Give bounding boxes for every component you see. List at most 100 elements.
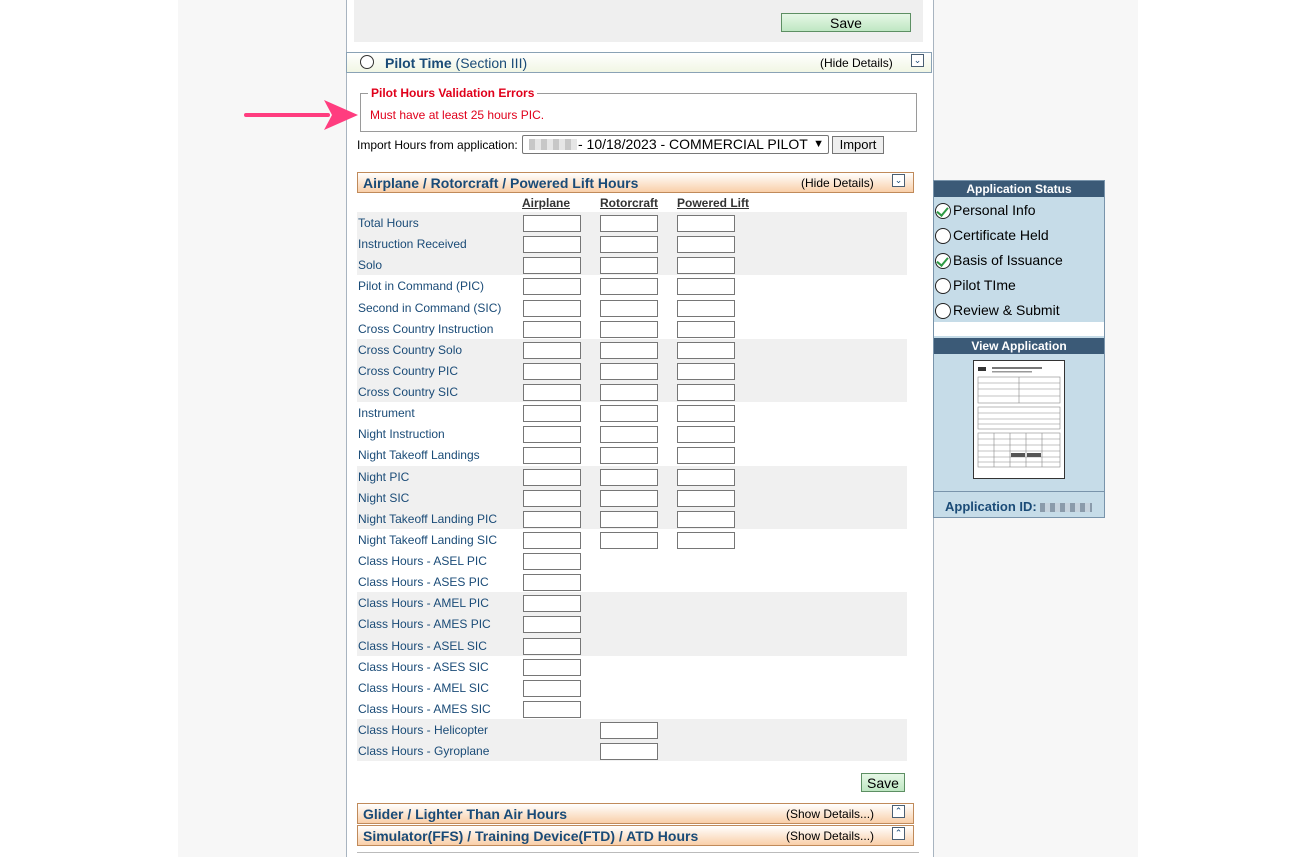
hours-row-label: Cross Country SIC bbox=[358, 385, 459, 400]
hours-input-rotorcraft[interactable] bbox=[600, 341, 658, 359]
redacted-id bbox=[529, 139, 577, 150]
radio-icon bbox=[935, 228, 951, 244]
hours-row-label: Cross Country Instruction bbox=[358, 321, 494, 336]
hours-input-airplane[interactable] bbox=[523, 405, 581, 423]
hours-input-airplane[interactable] bbox=[523, 574, 581, 592]
collapse-icon[interactable]: ⌄ bbox=[892, 174, 905, 187]
hours-input-powered-lift[interactable] bbox=[677, 447, 735, 465]
hours-input-rotorcraft[interactable] bbox=[600, 384, 658, 402]
status-item-label[interactable]: Personal Info bbox=[953, 202, 1036, 218]
divider bbox=[357, 852, 919, 853]
hours-input-airplane[interactable] bbox=[523, 320, 581, 338]
hide-details-link[interactable]: (Hide Details) bbox=[820, 56, 893, 70]
hours-input-rotorcraft[interactable] bbox=[600, 510, 658, 528]
glider-show-details-link[interactable]: (Show Details...) bbox=[786, 807, 874, 821]
hours-input-airplane[interactable] bbox=[523, 215, 581, 232]
hours-input-airplane[interactable] bbox=[523, 447, 581, 465]
view-application-header: View Application bbox=[934, 338, 1104, 354]
hours-input-airplane[interactable] bbox=[523, 700, 581, 718]
import-application-select[interactable]: - 10/18/2023 - COMMERCIAL PILOT ▼ bbox=[522, 135, 829, 154]
simulator-section-title: Simulator(FFS) / Training Device(FTD) / … bbox=[363, 828, 699, 844]
hours-input-airplane[interactable] bbox=[523, 468, 581, 486]
expand-icon[interactable]: ⌃ bbox=[892, 805, 905, 818]
collapse-icon[interactable]: ⌄ bbox=[911, 54, 924, 67]
hours-input-powered-lift[interactable] bbox=[677, 236, 735, 254]
column-header-rotorcraft: Rotorcraft bbox=[600, 196, 659, 210]
hours-hide-details-link[interactable]: (Hide Details) bbox=[801, 176, 874, 190]
hours-input-airplane[interactable] bbox=[523, 637, 581, 655]
hours-input-airplane[interactable] bbox=[523, 595, 581, 613]
hours-input-rotorcraft[interactable] bbox=[600, 426, 658, 444]
arrow-icon bbox=[244, 100, 358, 130]
expand-icon[interactable]: ⌃ bbox=[892, 827, 905, 840]
simulator-show-details-link[interactable]: (Show Details...) bbox=[786, 829, 874, 843]
hours-input-airplane[interactable] bbox=[523, 531, 581, 549]
hours-input-airplane[interactable] bbox=[523, 616, 581, 634]
hours-input-airplane[interactable] bbox=[523, 299, 581, 317]
sidebar-divider bbox=[934, 491, 1104, 492]
chevron-down-icon: ▼ bbox=[813, 138, 824, 150]
hours-input-powered-lift[interactable] bbox=[677, 362, 735, 380]
redacted-id bbox=[1040, 503, 1093, 513]
hours-input-rotorcraft[interactable] bbox=[600, 722, 658, 740]
hours-row-label: Class Hours - AMES PIC bbox=[358, 617, 491, 632]
status-item-label[interactable]: Basis of Issuance bbox=[953, 252, 1063, 268]
hours-input-powered-lift[interactable] bbox=[677, 320, 735, 338]
status-item-label[interactable]: Review & Submit bbox=[953, 302, 1060, 318]
hours-input-airplane[interactable] bbox=[523, 426, 581, 444]
hours-input-rotorcraft[interactable] bbox=[600, 531, 658, 549]
hours-input-powered-lift[interactable] bbox=[677, 510, 735, 528]
hours-input-powered-lift[interactable] bbox=[677, 278, 735, 296]
validation-error-legend: Pilot Hours Validation Errors bbox=[368, 86, 538, 100]
hours-input-rotorcraft[interactable] bbox=[600, 447, 658, 465]
hours-input-airplane[interactable] bbox=[523, 257, 581, 275]
hours-input-powered-lift[interactable] bbox=[677, 341, 735, 359]
hours-input-airplane[interactable] bbox=[523, 679, 581, 697]
hours-input-powered-lift[interactable] bbox=[677, 489, 735, 507]
hours-input-rotorcraft[interactable] bbox=[600, 362, 658, 380]
hours-input-powered-lift[interactable] bbox=[677, 468, 735, 486]
hours-input-powered-lift[interactable] bbox=[677, 405, 735, 423]
hours-row-label: Class Hours - ASEL PIC bbox=[358, 554, 487, 569]
hours-input-powered-lift[interactable] bbox=[677, 215, 735, 232]
save-button-hours[interactable]: Save bbox=[861, 773, 905, 792]
hours-input-rotorcraft[interactable] bbox=[600, 236, 658, 254]
hours-row-label: Solo bbox=[358, 258, 383, 273]
import-button[interactable]: Import bbox=[832, 136, 884, 154]
hours-input-rotorcraft[interactable] bbox=[600, 278, 658, 296]
hours-input-powered-lift[interactable] bbox=[677, 257, 735, 275]
hours-input-rotorcraft[interactable] bbox=[600, 215, 658, 232]
hours-input-rotorcraft[interactable] bbox=[600, 320, 658, 338]
hours-input-airplane[interactable] bbox=[523, 341, 581, 359]
hours-input-rotorcraft[interactable] bbox=[600, 257, 658, 275]
hours-input-rotorcraft[interactable] bbox=[600, 468, 658, 486]
hours-row-label: Total Hours bbox=[358, 216, 419, 230]
application-thumbnail[interactable] bbox=[973, 360, 1065, 479]
hours-input-airplane[interactable] bbox=[523, 510, 581, 528]
hours-input-powered-lift[interactable] bbox=[677, 426, 735, 444]
application-status-header: Application Status bbox=[934, 181, 1104, 197]
hours-input-rotorcraft[interactable] bbox=[600, 299, 658, 317]
hours-input-airplane[interactable] bbox=[523, 384, 581, 402]
hours-input-rotorcraft[interactable] bbox=[600, 743, 658, 761]
hours-input-airplane[interactable] bbox=[523, 362, 581, 380]
hours-input-airplane[interactable] bbox=[523, 553, 581, 571]
hours-input-airplane[interactable] bbox=[523, 489, 581, 507]
hours-input-rotorcraft[interactable] bbox=[600, 405, 658, 423]
hours-input-airplane[interactable] bbox=[523, 278, 581, 296]
hours-input-powered-lift[interactable] bbox=[677, 299, 735, 317]
check-icon bbox=[935, 203, 951, 219]
hours-input-powered-lift[interactable] bbox=[677, 384, 735, 402]
hours-row-label: Night SIC bbox=[358, 490, 410, 505]
status-item-label[interactable]: Certificate Held bbox=[953, 227, 1049, 243]
hours-input-rotorcraft[interactable] bbox=[600, 489, 658, 507]
hours-input-powered-lift[interactable] bbox=[677, 531, 735, 549]
hours-input-airplane[interactable] bbox=[523, 236, 581, 254]
status-item-label[interactable]: Pilot TIme bbox=[953, 277, 1016, 293]
hours-input-airplane[interactable] bbox=[523, 658, 581, 676]
save-button-top[interactable]: Save bbox=[781, 13, 911, 32]
radio-icon bbox=[935, 278, 951, 294]
radio-icon bbox=[360, 55, 374, 69]
application-id: Application ID: bbox=[945, 499, 1093, 514]
hours-row-label: Class Hours - ASES PIC bbox=[358, 575, 489, 590]
